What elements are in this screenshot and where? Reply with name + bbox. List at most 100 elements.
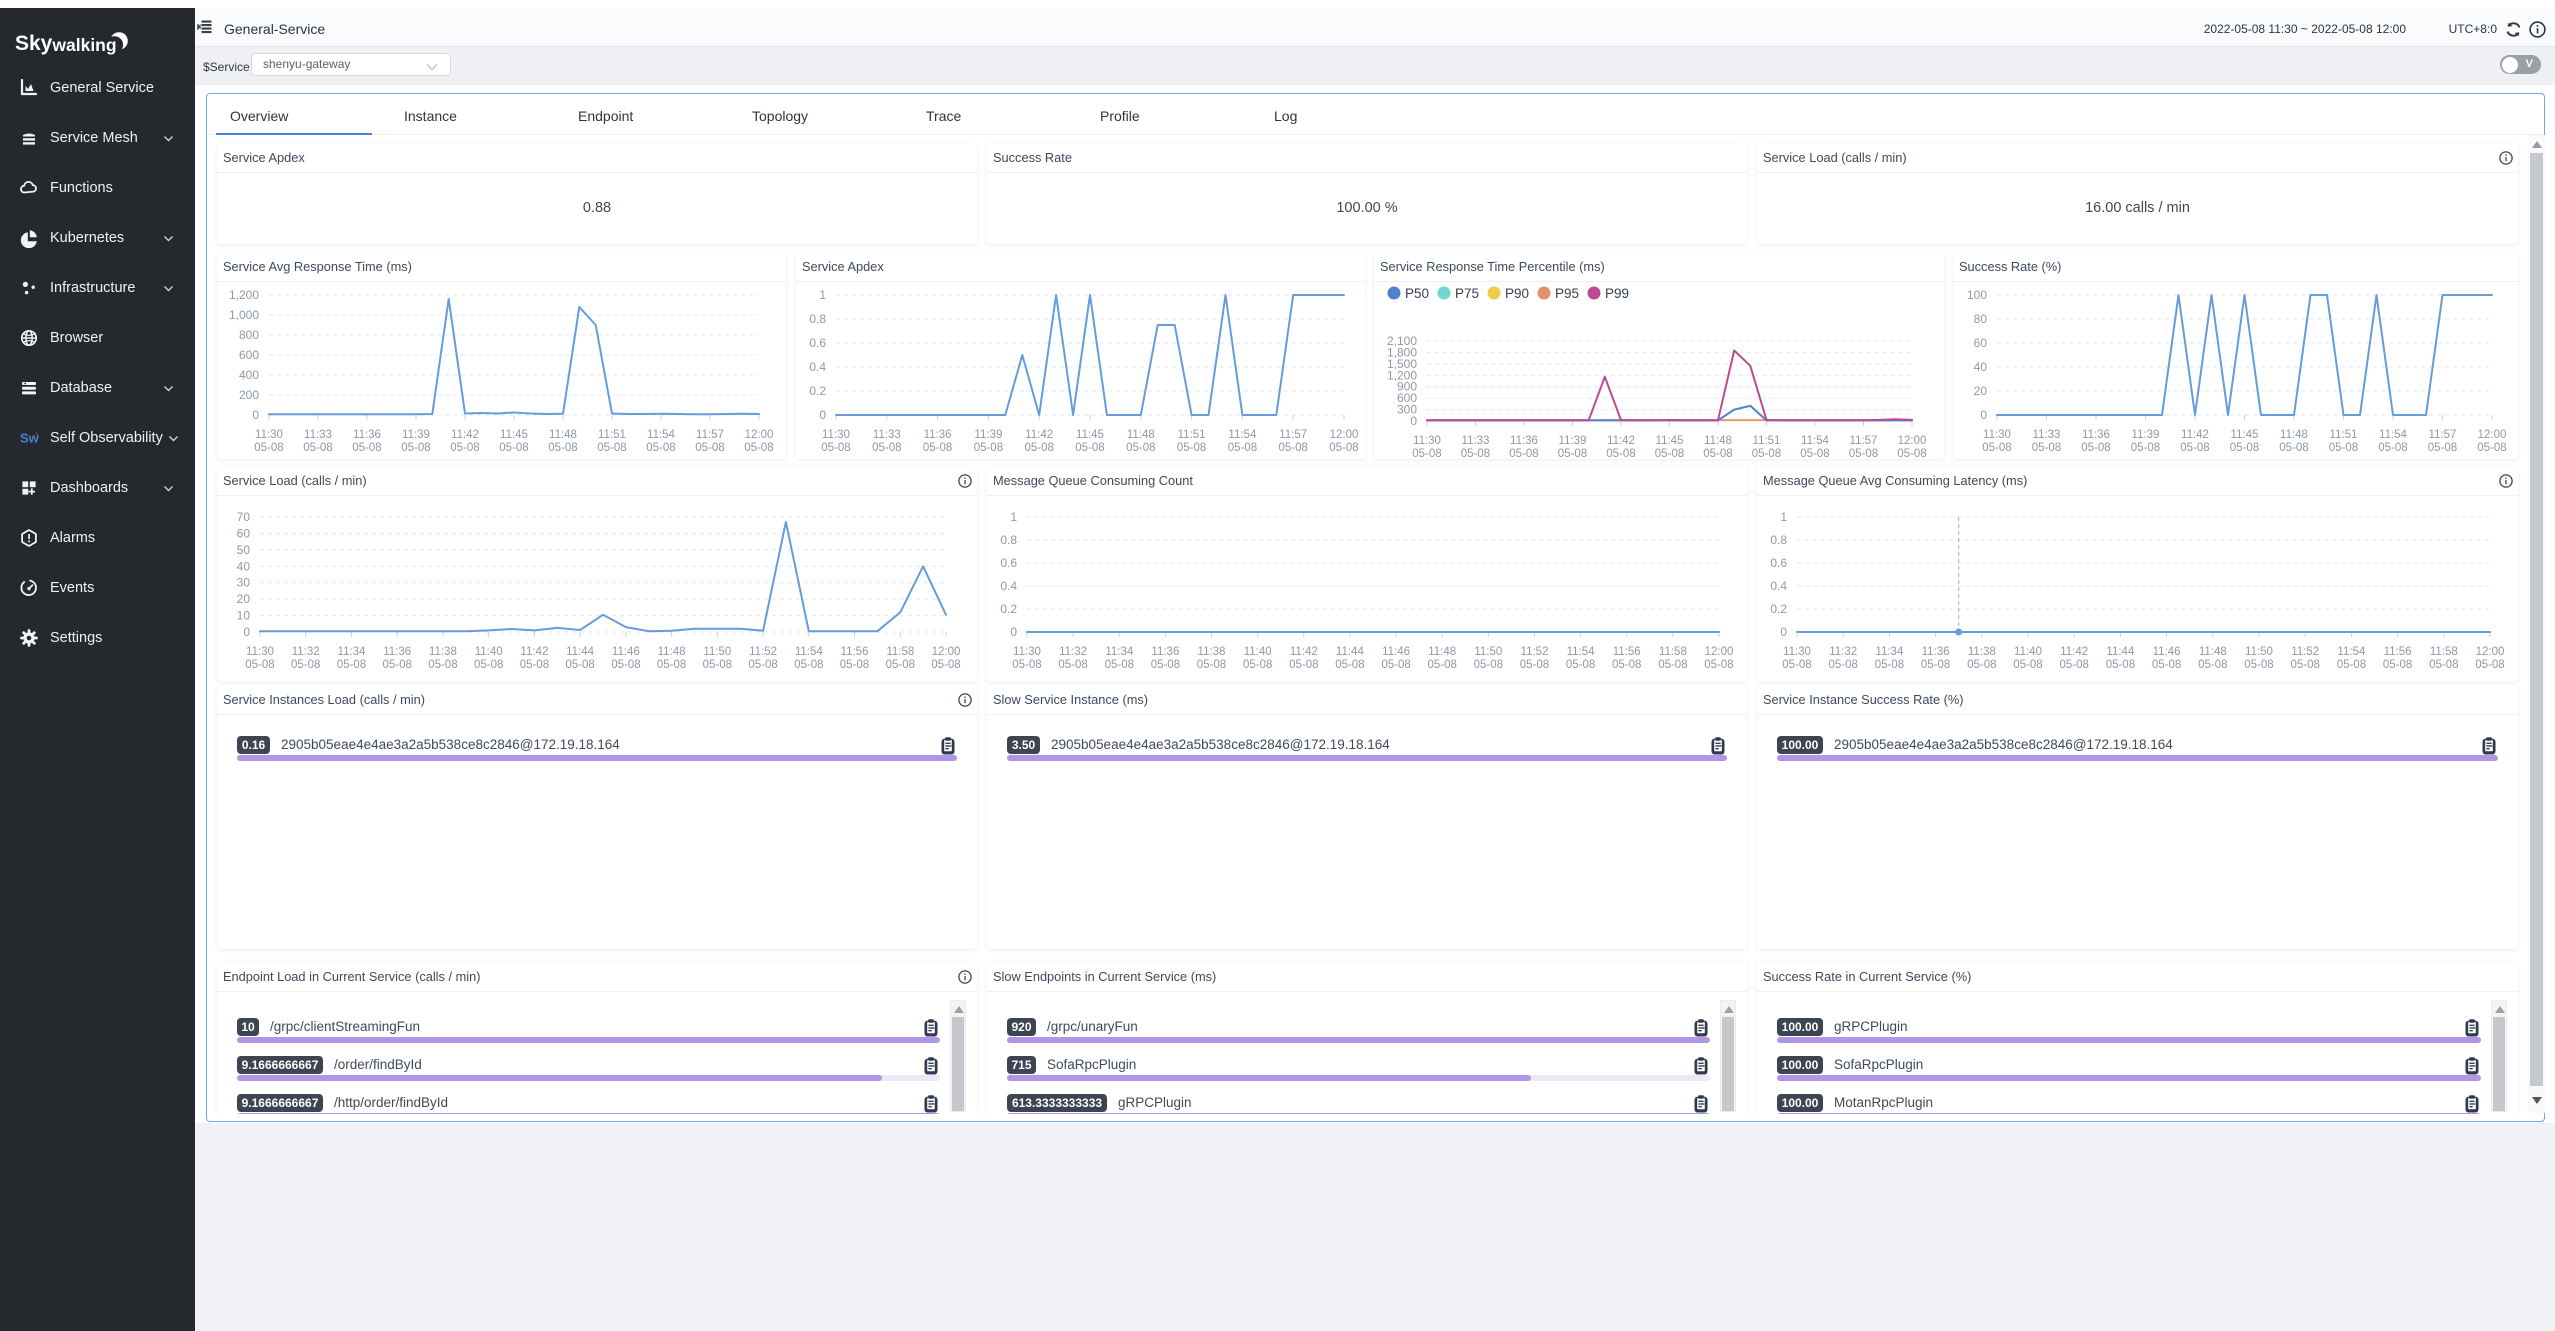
svg-text:11:56: 11:56: [841, 646, 869, 658]
svg-text:11:42: 11:42: [2181, 429, 2209, 441]
svg-text:11:44: 11:44: [1336, 646, 1365, 658]
svg-text:05-08: 05-08: [1558, 448, 1587, 459]
svg-text:05-08: 05-08: [2013, 659, 2042, 671]
svg-text:05-08: 05-08: [821, 442, 850, 454]
svg-text:05-08: 05-08: [744, 442, 773, 454]
svg-text:05-08: 05-08: [923, 442, 952, 454]
svg-text:11:32: 11:32: [1059, 646, 1087, 658]
svg-text:12:00: 12:00: [2476, 646, 2505, 658]
svg-text:11:34: 11:34: [1875, 646, 1904, 658]
svg-text:11:34: 11:34: [1105, 646, 1134, 658]
svg-text:05-08: 05-08: [1228, 442, 1257, 454]
svg-text:05-08: 05-08: [1412, 448, 1441, 459]
svg-text:11:56: 11:56: [2384, 646, 2412, 658]
svg-text:05-08: 05-08: [1381, 659, 1410, 671]
svg-text:P95: P95: [1555, 286, 1579, 301]
svg-text:12:00: 12:00: [745, 429, 774, 441]
svg-text:11:52: 11:52: [1521, 646, 1549, 658]
svg-text:11:30: 11:30: [1013, 646, 1041, 658]
svg-text:11:57: 11:57: [1850, 435, 1878, 447]
svg-text:12:00: 12:00: [1330, 429, 1359, 441]
svg-text:11:38: 11:38: [1968, 646, 1996, 658]
svg-text:05-08: 05-08: [1967, 659, 1996, 671]
svg-text:11:45: 11:45: [2231, 429, 2259, 441]
svg-text:05-08: 05-08: [1461, 448, 1490, 459]
svg-text:11:51: 11:51: [1178, 429, 1206, 441]
svg-text:11:50: 11:50: [1474, 646, 1502, 658]
svg-text:05-08: 05-08: [1058, 659, 1087, 671]
svg-text:11:36: 11:36: [353, 429, 381, 441]
svg-text:11:48: 11:48: [1428, 646, 1456, 658]
svg-text:60: 60: [1974, 336, 1988, 350]
svg-text:05-08: 05-08: [646, 442, 675, 454]
svg-text:05-08: 05-08: [611, 659, 640, 671]
svg-text:11:42: 11:42: [2060, 646, 2088, 658]
svg-text:800: 800: [239, 328, 259, 342]
svg-text:11:30: 11:30: [1983, 429, 2011, 441]
svg-text:11:56: 11:56: [1613, 646, 1641, 658]
svg-text:50: 50: [237, 543, 251, 557]
svg-text:05-08: 05-08: [1177, 442, 1206, 454]
svg-text:40: 40: [1974, 360, 1988, 374]
svg-text:05-08: 05-08: [931, 659, 960, 671]
svg-text:11:54: 11:54: [647, 429, 676, 441]
svg-text:05-08: 05-08: [1658, 659, 1687, 671]
svg-text:10: 10: [237, 609, 251, 623]
svg-text:05-08: 05-08: [1752, 448, 1781, 459]
svg-text:12:00: 12:00: [1705, 646, 1734, 658]
svg-text:2,100: 2,100: [1387, 334, 1417, 348]
svg-text:05-08: 05-08: [2152, 659, 2181, 671]
svg-text:05-08: 05-08: [2428, 442, 2457, 454]
svg-text:05-08: 05-08: [2230, 442, 2259, 454]
svg-text:05-08: 05-08: [303, 442, 332, 454]
svg-text:11:39: 11:39: [402, 429, 430, 441]
svg-text:1,200: 1,200: [229, 288, 259, 302]
svg-text:11:57: 11:57: [2429, 429, 2457, 441]
svg-text:0: 0: [1980, 408, 1987, 422]
svg-text:05-08: 05-08: [2378, 442, 2407, 454]
svg-text:0: 0: [819, 408, 826, 422]
svg-text:11:45: 11:45: [1656, 435, 1684, 447]
svg-text:12:00: 12:00: [2478, 429, 2507, 441]
svg-text:05-08: 05-08: [872, 442, 901, 454]
svg-text:11:51: 11:51: [2330, 429, 2358, 441]
svg-text:05-08: 05-08: [1427, 659, 1456, 671]
svg-text:05-08: 05-08: [245, 659, 274, 671]
svg-text:11:48: 11:48: [1127, 429, 1155, 441]
svg-text:0.6: 0.6: [809, 336, 826, 350]
svg-text:11:36: 11:36: [383, 646, 411, 658]
svg-text:05-08: 05-08: [748, 659, 777, 671]
svg-text:11:46: 11:46: [1382, 646, 1410, 658]
svg-text:60: 60: [237, 526, 251, 540]
svg-text:05-08: 05-08: [2337, 659, 2366, 671]
svg-text:05-08: 05-08: [1474, 659, 1503, 671]
svg-text:80: 80: [1974, 312, 1988, 326]
svg-text:P75: P75: [1455, 286, 1479, 301]
svg-text:05-08: 05-08: [794, 659, 823, 671]
svg-text:05-08: 05-08: [382, 659, 411, 671]
svg-text:11:50: 11:50: [703, 646, 731, 658]
svg-text:0: 0: [252, 408, 259, 422]
svg-text:11:32: 11:32: [292, 646, 320, 658]
svg-text:05-08: 05-08: [2329, 442, 2358, 454]
svg-text:05-08: 05-08: [2429, 659, 2458, 671]
svg-text:05-08: 05-08: [337, 659, 366, 671]
svg-text:05-08: 05-08: [695, 442, 724, 454]
svg-text:05-08: 05-08: [499, 442, 528, 454]
svg-text:11:54: 11:54: [2337, 646, 2366, 658]
svg-text:05-08: 05-08: [1335, 659, 1364, 671]
svg-text:05-08: 05-08: [1828, 659, 1857, 671]
svg-text:05-08: 05-08: [1289, 659, 1318, 671]
svg-text:05-08: 05-08: [428, 659, 457, 671]
svg-text:0.6: 0.6: [1000, 556, 1017, 570]
svg-text:0.6: 0.6: [1770, 556, 1787, 570]
svg-text:05-08: 05-08: [1875, 659, 1904, 671]
svg-text:05-08: 05-08: [548, 442, 577, 454]
svg-text:11:52: 11:52: [2291, 646, 2319, 658]
svg-text:0.4: 0.4: [809, 360, 826, 374]
svg-text:11:48: 11:48: [2280, 429, 2308, 441]
svg-text:0: 0: [1010, 625, 1017, 639]
svg-text:11:46: 11:46: [612, 646, 640, 658]
svg-text:05-08: 05-08: [1704, 659, 1733, 671]
svg-text:11:54: 11:54: [1567, 646, 1596, 658]
